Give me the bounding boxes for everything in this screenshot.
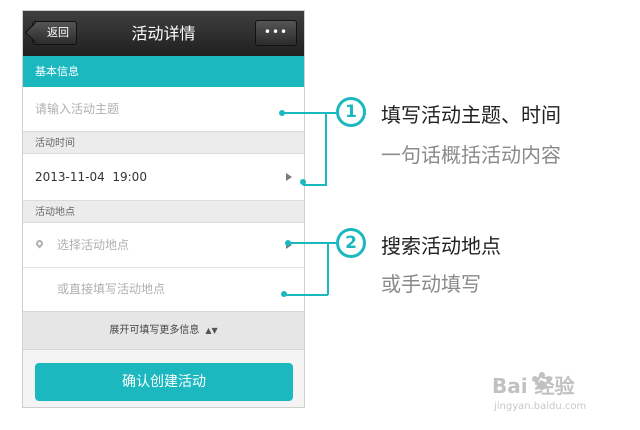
- callout-subtitle: 一句话概括活动内容: [381, 143, 561, 167]
- datetime-picker[interactable]: 2013-11-04 19:00: [23, 154, 304, 200]
- section-header-basic-info: 基本信息: [23, 56, 304, 87]
- callout-number-badge: 1: [336, 97, 366, 127]
- connector-line: [282, 112, 326, 114]
- connector-line: [325, 112, 327, 185]
- datetime-value: 2013-11-04 19:00: [35, 170, 147, 184]
- navigation-bar: 返回 活动详情 •••: [23, 11, 304, 56]
- callout-title: 填写活动主题、时间: [381, 103, 561, 127]
- more-options-button[interactable]: •••: [255, 20, 297, 46]
- connector-line: [284, 294, 328, 296]
- connector-line: [288, 242, 328, 244]
- location-manual-placeholder: 或直接填写活动地点: [57, 282, 166, 296]
- section-header-activity-location: 活动地点: [23, 200, 304, 223]
- topic-input[interactable]: 请输入活动主题: [23, 87, 304, 131]
- confirm-create-button[interactable]: 确认创建活动: [35, 363, 293, 401]
- paw-icon: [532, 372, 552, 392]
- location-manual-input[interactable]: 或直接填写活动地点: [23, 268, 304, 311]
- topic-input-placeholder: 请输入活动主题: [35, 102, 120, 116]
- connector-line: [303, 184, 327, 186]
- watermark-url: jingyan.baidu.com: [494, 401, 587, 412]
- location-select[interactable]: 选择活动地点: [23, 223, 304, 267]
- section-header-activity-time: 活动时间: [23, 131, 304, 154]
- location-pin-icon: [34, 238, 45, 249]
- callout-subtitle: 或手动填写: [381, 272, 481, 296]
- callout-number-badge: 2: [336, 228, 366, 258]
- phone-screen: 返回 活动详情 ••• 基本信息 请输入活动主题 活动时间 2013-11-04…: [22, 10, 305, 408]
- chevron-right-icon: [286, 173, 292, 181]
- expand-more-info-button[interactable]: 展开可填写更多信息 ▲▼: [23, 311, 304, 350]
- callout-title: 搜索活动地点: [381, 234, 501, 258]
- updown-chevron-icon: ▲▼: [205, 326, 218, 335]
- location-select-placeholder: 选择活动地点: [57, 238, 130, 252]
- connector-line: [327, 242, 329, 295]
- baidu-jingyan-watermark: Bai 经验 jingyan.baidu.com: [492, 370, 632, 420]
- expand-label: 展开可填写更多信息: [109, 325, 200, 336]
